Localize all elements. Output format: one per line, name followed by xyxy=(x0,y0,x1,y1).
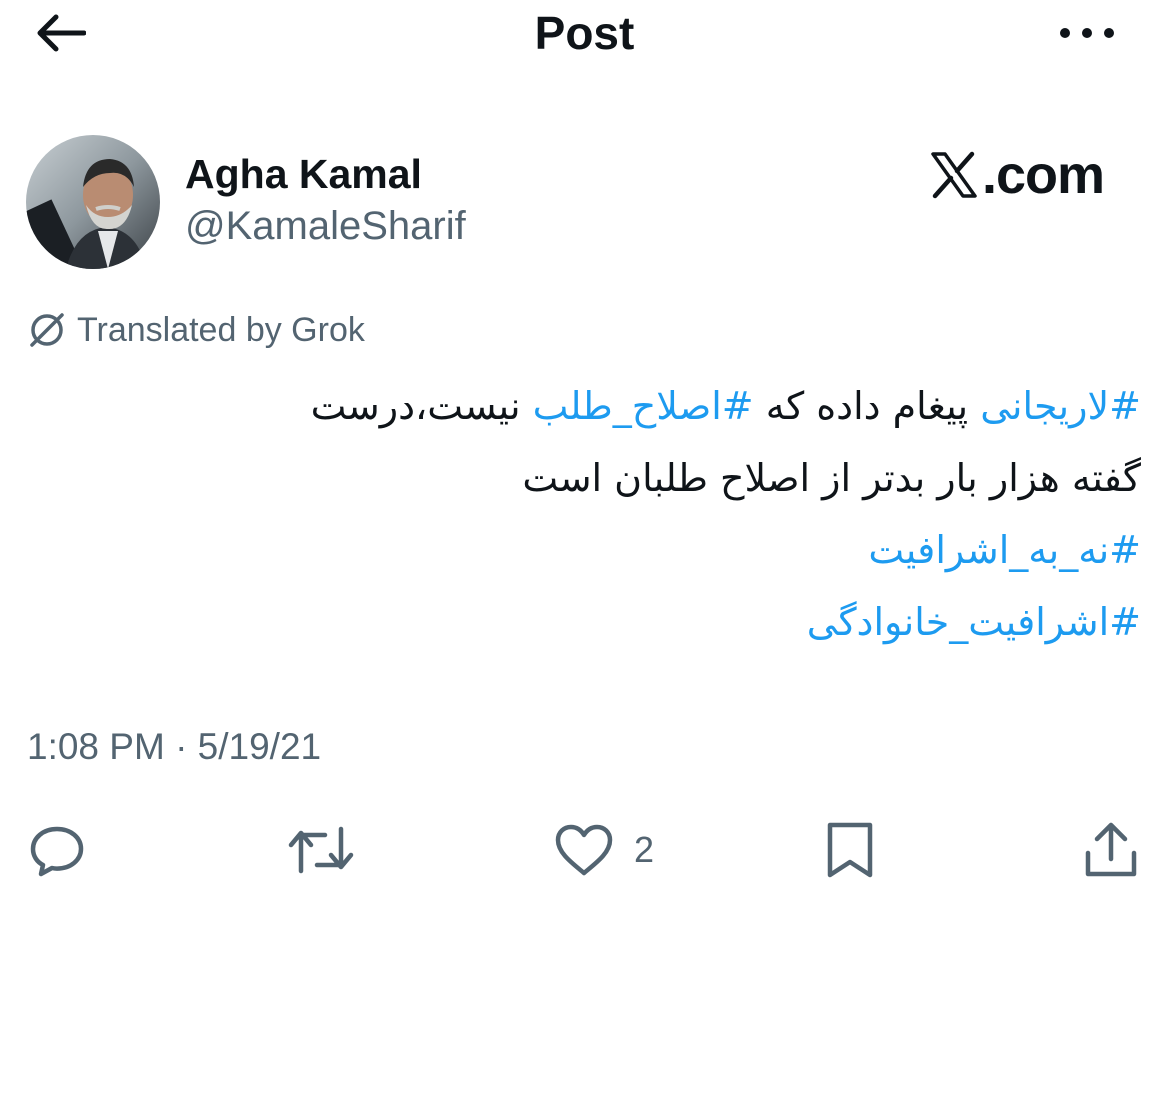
x-com-watermark: .com xyxy=(930,142,1105,208)
author-display-name[interactable]: Agha Kamal xyxy=(185,148,422,200)
tweet-line-3: #نه_به_اشرافیت xyxy=(111,514,1141,586)
like-button[interactable]: 2 xyxy=(552,810,654,890)
post-timestamp[interactable]: 1:08 PM · 5/19/21 xyxy=(27,724,321,770)
like-count: 2 xyxy=(634,829,655,870)
repost-button[interactable] xyxy=(285,810,357,890)
tweet-text-segment: پیغام داده که xyxy=(753,384,981,428)
avatar-image xyxy=(26,135,160,269)
reply-icon xyxy=(30,826,84,877)
page-title: Post xyxy=(534,7,635,59)
action-bar: 2 xyxy=(0,810,1169,890)
hashtag-ashrafiat-khanevadegi[interactable]: #اشرافیت_خانوادگی xyxy=(807,600,1141,644)
translated-label: Translated by Grok xyxy=(77,310,365,349)
hashtag-eslah-talab[interactable]: #اصلاح_طلب xyxy=(533,384,754,428)
reply-button[interactable] xyxy=(28,810,86,890)
tweet-line-1: #لاریجانی پیغام داده که #اصلاح_طلب نیست،… xyxy=(111,370,1141,442)
author-handle[interactable]: @KamaleSharif xyxy=(185,201,466,251)
hashtag-na-be-ashrafiat[interactable]: #نه_به_اشرافیت xyxy=(868,528,1141,572)
watermark-text: .com xyxy=(982,145,1105,205)
bookmark-button[interactable] xyxy=(822,810,878,890)
arrow-left-icon xyxy=(37,14,86,52)
hashtag-larijani[interactable]: #لاریجانی xyxy=(980,384,1141,428)
heart-icon xyxy=(555,824,613,876)
back-button[interactable] xyxy=(30,8,90,58)
more-options-button[interactable] xyxy=(1052,10,1122,56)
repost-icon xyxy=(288,826,354,874)
top-bar: Post xyxy=(0,0,1169,70)
tweet-text: #لاریجانی پیغام داده که #اصلاح_طلب نیست،… xyxy=(111,370,1141,658)
tweet-line-2: گفته هزار بار بدتر از اصلاح طلبان است xyxy=(522,456,1141,500)
x-logo-icon xyxy=(931,151,977,199)
tweet-line-4: #اشرافیت_خانوادگی xyxy=(111,586,1141,658)
share-icon xyxy=(1085,822,1137,877)
translate-icon xyxy=(27,310,67,350)
avatar[interactable] xyxy=(26,135,160,269)
bookmark-icon xyxy=(827,822,873,878)
translated-by-grok[interactable]: Translated by Grok xyxy=(27,308,365,352)
tweet-text-segment: نیست،درست xyxy=(310,384,533,428)
more-horizontal-icon xyxy=(1060,28,1114,38)
share-button[interactable] xyxy=(1082,810,1140,890)
